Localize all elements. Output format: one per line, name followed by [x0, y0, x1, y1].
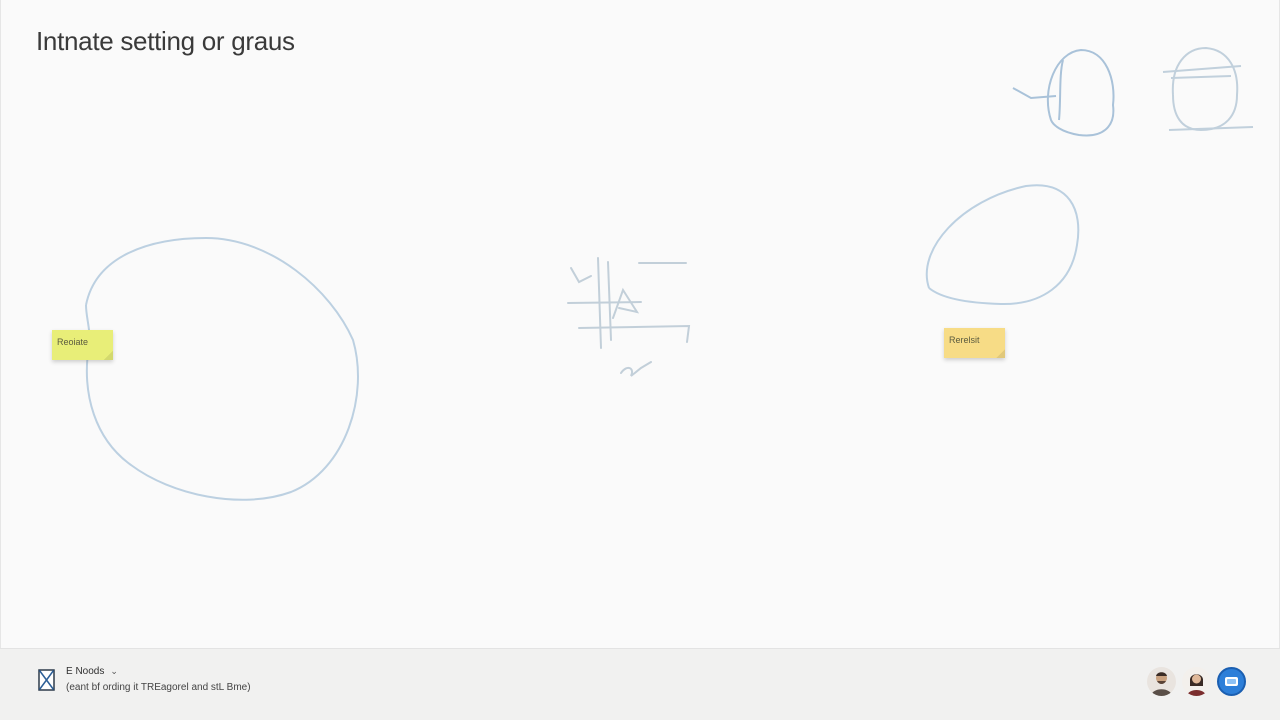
hourglass-icon[interactable] [38, 669, 55, 691]
footer-subtitle: (eant bf ording it TREagorel and stL Bme… [66, 682, 251, 693]
avatar[interactable] [1147, 667, 1176, 696]
top-right-sketch-headset[interactable] [1012, 48, 1115, 137]
collaborator-avatars [1147, 667, 1246, 696]
right-oval-sketch[interactable] [925, 184, 1080, 306]
sticky-note-yellow[interactable]: Rerelsit [944, 328, 1005, 358]
footer-title: E Noods [66, 666, 105, 677]
sketch-layer[interactable] [1, 0, 1280, 648]
footer-title-menu[interactable]: E Noods ⌄ [66, 666, 118, 677]
chevron-down-icon: ⌄ [110, 666, 118, 676]
whiteboard-canvas[interactable]: Intnate setting or graus Reoiate Rerelsi… [0, 0, 1280, 648]
person-icon [1151, 672, 1172, 696]
person-icon [1187, 674, 1206, 696]
avatar[interactable] [1217, 667, 1246, 696]
top-right-sketch-box[interactable] [1162, 46, 1254, 132]
status-footer: E Noods ⌄ (eant bf ording it TREagorel a… [0, 648, 1280, 720]
sticky-note-green[interactable]: Reoiate [52, 330, 113, 360]
sticky-note-text: Rerelsit [949, 335, 980, 345]
sticky-note-text: Reoiate [57, 337, 89, 347]
avatar[interactable] [1182, 667, 1211, 696]
center-scribble[interactable] [567, 257, 691, 377]
app-icon [1225, 677, 1238, 686]
large-circle-sketch[interactable] [85, 236, 359, 501]
